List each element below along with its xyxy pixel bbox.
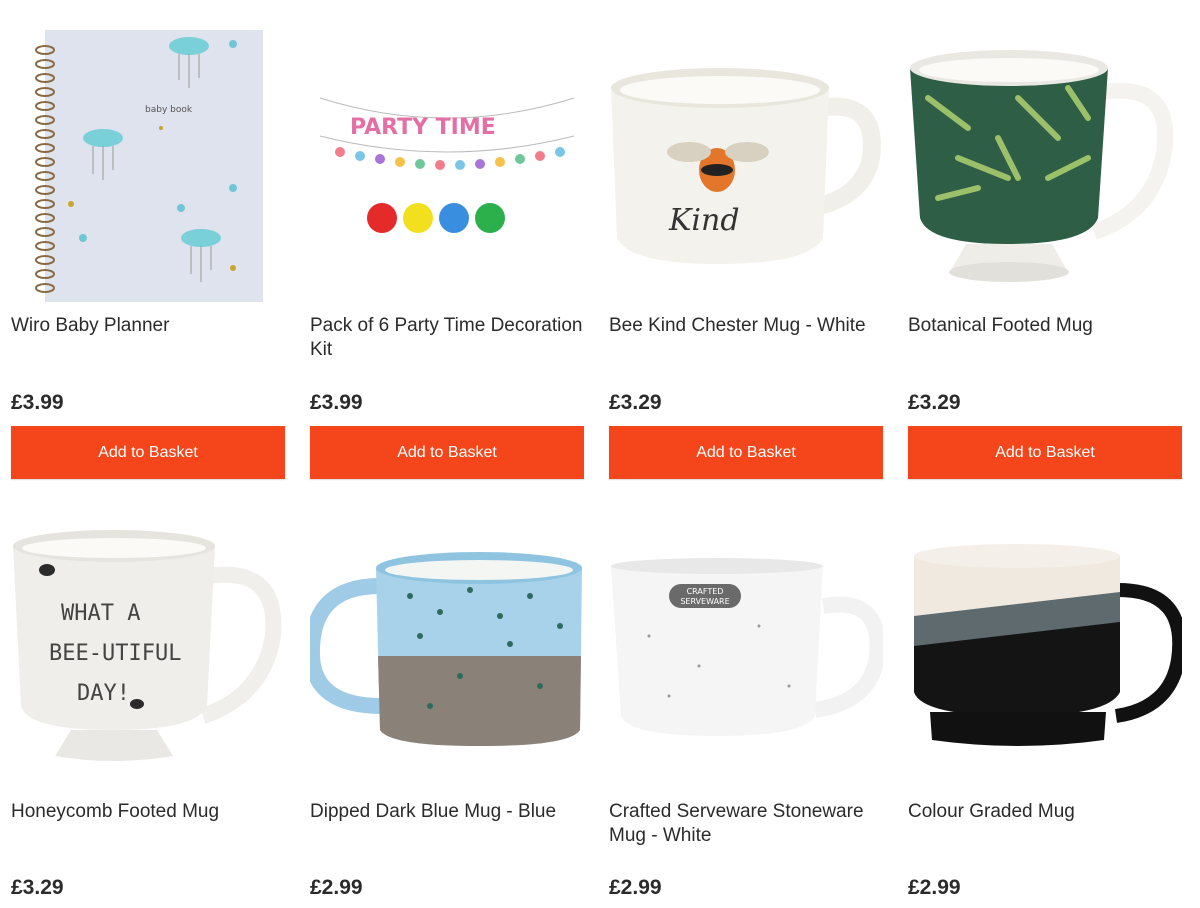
product-image-bee-kind-mug[interactable]: Kind: [609, 28, 883, 302]
mug-text-kind: Kind: [668, 203, 740, 238]
product-title[interactable]: Botanical Footed Mug: [908, 314, 1182, 338]
add-to-basket-button[interactable]: Add to Basket: [908, 426, 1182, 479]
mug-text-line2: BEE-UTIFUL: [49, 641, 181, 666]
product-title[interactable]: Honeycomb Footed Mug: [11, 800, 285, 824]
product-grid: baby book Wiro Baby Planner £3.99 Add to…: [0, 0, 1200, 908]
product-image-colour-graded-mug[interactable]: [908, 516, 1182, 790]
logo-text-line2: SERVEWARE: [680, 597, 729, 606]
product-price: £2.99: [908, 876, 961, 899]
product-image-crafted-serveware-mug[interactable]: CRAFTED SERVEWARE: [609, 516, 883, 790]
product-title[interactable]: Crafted Serveware Stoneware Mug - White: [609, 800, 883, 848]
product-price: £3.29: [609, 391, 662, 414]
product-price: £3.29: [908, 391, 961, 414]
product-title[interactable]: Pack of 6 Party Time Decoration Kit: [310, 314, 584, 362]
product-image-honeycomb-footed-mug[interactable]: WHAT A BEE-UTIFUL DAY!: [11, 516, 285, 790]
add-to-basket-button[interactable]: Add to Basket: [11, 426, 285, 479]
add-to-basket-button[interactable]: Add to Basket: [609, 426, 883, 479]
party-banner-text: PARTY TIME: [350, 115, 496, 140]
product-image-party-time-kit[interactable]: PARTY TIME: [310, 28, 584, 302]
product-image-dipped-dark-blue-mug[interactable]: [310, 516, 584, 790]
add-to-basket-button[interactable]: Add to Basket: [310, 426, 584, 479]
product-title[interactable]: Bee Kind Chester Mug - White: [609, 314, 883, 338]
planner-cover-text: baby book: [145, 105, 193, 115]
product-price: £3.99: [11, 391, 64, 414]
product-price: £2.99: [609, 876, 662, 899]
product-price: £2.99: [310, 876, 363, 899]
product-price: £3.99: [310, 391, 363, 414]
product-image-botanical-footed-mug[interactable]: [908, 28, 1182, 302]
product-image-wiro-baby-planner[interactable]: baby book: [11, 28, 285, 302]
mug-text-line3: DAY!: [77, 681, 130, 706]
product-title[interactable]: Dipped Dark Blue Mug - Blue: [310, 800, 584, 824]
product-title[interactable]: Colour Graded Mug: [908, 800, 1182, 824]
logo-text-line1: CRAFTED: [687, 587, 724, 596]
mug-text-line1: WHAT A: [61, 601, 140, 626]
product-title[interactable]: Wiro Baby Planner: [11, 314, 285, 338]
product-price: £3.29: [11, 876, 64, 899]
